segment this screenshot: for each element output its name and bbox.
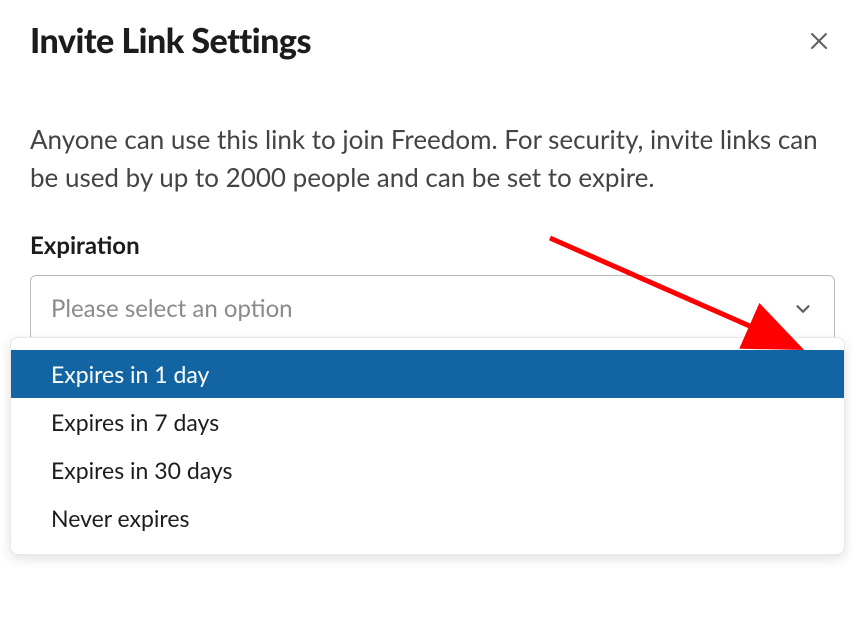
select-placeholder: Please select an option <box>51 294 293 323</box>
option-expires-30-days[interactable]: Expires in 30 days <box>11 446 844 494</box>
dialog-description: Anyone can use this link to join Freedom… <box>30 121 835 196</box>
close-button[interactable] <box>803 25 835 57</box>
expiration-label: Expiration <box>30 231 835 260</box>
dialog-header: Invite Link Settings <box>30 20 835 61</box>
expiration-dropdown: Expires in 1 day Expires in 7 days Expir… <box>10 337 845 555</box>
close-icon <box>807 29 831 53</box>
dialog-title: Invite Link Settings <box>30 20 311 61</box>
option-expires-1-day[interactable]: Expires in 1 day <box>11 350 844 398</box>
expiration-select-container: Please select an option Expires in 1 day… <box>30 275 835 342</box>
invite-link-settings-dialog: Invite Link Settings Anyone can use this… <box>0 0 865 362</box>
option-expires-7-days[interactable]: Expires in 7 days <box>11 398 844 446</box>
option-never-expires[interactable]: Never expires <box>11 494 844 542</box>
expiration-select[interactable]: Please select an option <box>30 275 835 342</box>
chevron-down-icon <box>792 298 814 320</box>
